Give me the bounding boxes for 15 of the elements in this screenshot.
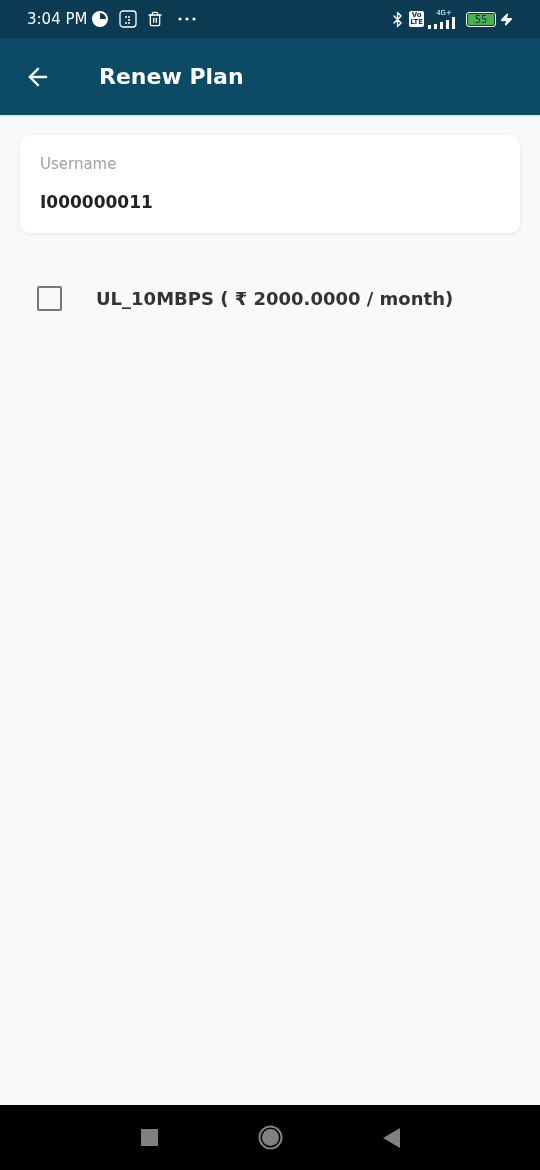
plan-label: UL_10MBPS ( ₹ 2000.0000 / month) [96, 287, 454, 311]
username-field[interactable]: Username I000000011 [20, 135, 520, 233]
calculator-icon [119, 10, 138, 28]
plan-checkbox[interactable] [37, 286, 62, 311]
more-icon [177, 16, 198, 22]
pie-chart-icon [91, 10, 110, 28]
field-label: Username [40, 154, 118, 175]
trash-icon [147, 11, 164, 27]
status-time: 3:04 PM [27, 8, 88, 30]
battery-icon: 55 [466, 11, 496, 27]
field-value: I000000011 [40, 190, 154, 214]
page-title: Renew Plan [99, 63, 244, 91]
home-button[interactable] [257, 1125, 283, 1150]
back-nav-button[interactable] [382, 1127, 400, 1148]
recent-apps-button[interactable] [140, 1129, 158, 1146]
